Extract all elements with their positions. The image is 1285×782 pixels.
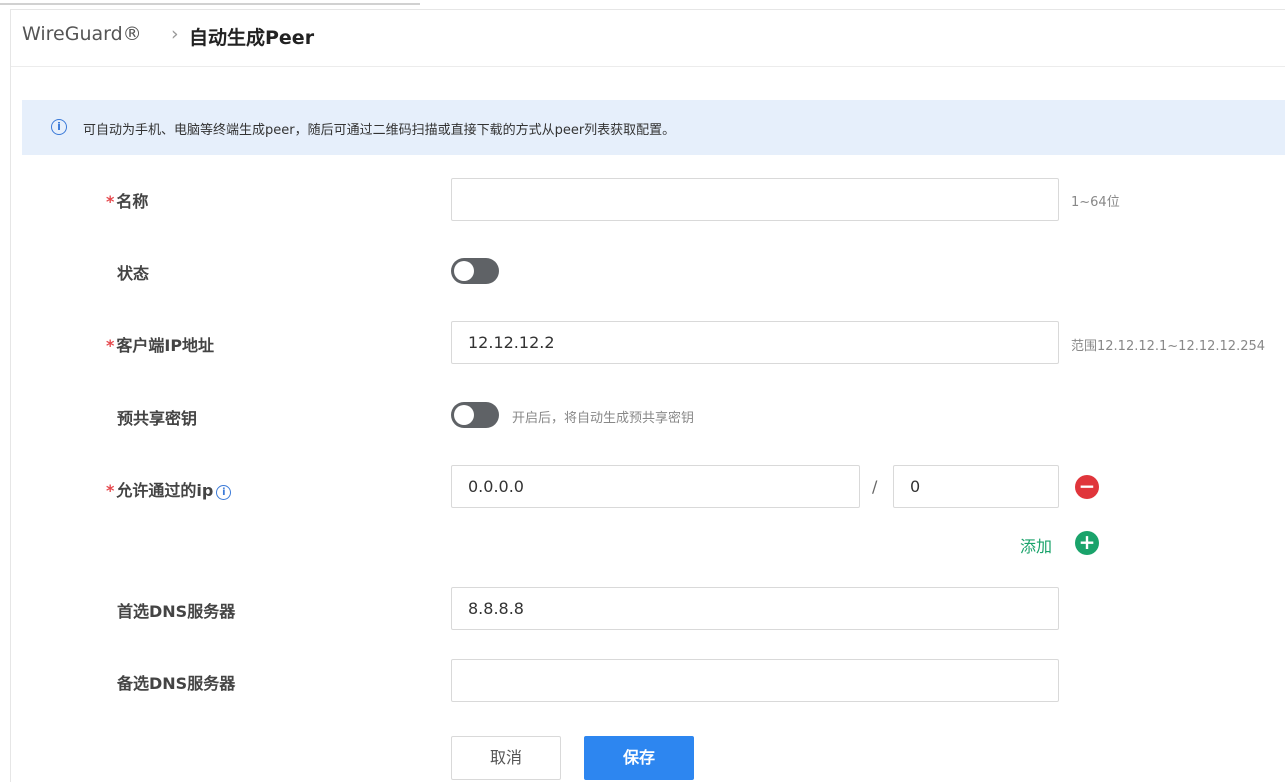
preshared-key-toggle[interactable]: [451, 402, 499, 428]
add-button-label[interactable]: 添加: [1020, 533, 1052, 557]
cancel-button[interactable]: 取消: [451, 736, 561, 780]
client-ip-hint: 范围12.12.12.1~12.12.12.254: [1071, 339, 1266, 354]
toggle-knob: [454, 405, 474, 425]
cropped-top-edge: [0, 0, 420, 6]
name-label: * 名称: [106, 188, 148, 212]
save-button[interactable]: 保存: [584, 736, 694, 780]
required-mark: *: [106, 336, 115, 355]
remove-icon[interactable]: −: [1075, 475, 1099, 499]
primary-dns-label: 首选DNS服务器: [117, 602, 236, 621]
info-notice: i 可自动为手机、电脑等终端生成peer，随后可通过二维码扫描或直接下载的方式从…: [22, 100, 1285, 155]
cidr-separator: /: [872, 477, 878, 496]
client-ip-input[interactable]: [451, 321, 1059, 364]
preshared-key-label: 预共享密钥: [117, 409, 198, 428]
secondary-dns-input[interactable]: [451, 659, 1059, 702]
add-icon[interactable]: +: [1075, 531, 1099, 555]
preshared-key-hint: 开启后，将自动生成预共享密钥: [512, 411, 695, 426]
client-ip-label-text: 客户端IP地址: [116, 336, 215, 355]
required-mark: *: [106, 481, 115, 500]
allowed-ip-mask-input[interactable]: [893, 465, 1059, 508]
primary-dns-input[interactable]: [451, 587, 1059, 630]
page-title: 自动生成Peer: [189, 27, 315, 49]
required-mark: *: [106, 192, 115, 211]
name-label-text: 名称: [116, 192, 149, 211]
status-toggle[interactable]: [451, 258, 499, 284]
status-label: 状态: [117, 264, 150, 283]
allowed-ip-input[interactable]: [451, 465, 860, 508]
name-hint: 1~64位: [1071, 195, 1120, 210]
toggle-knob: [454, 261, 474, 281]
allowed-ip-label-text: 允许通过的ip: [116, 481, 214, 500]
breadcrumb-root[interactable]: WireGuard®: [22, 23, 142, 45]
secondary-dns-label: 备选DNS服务器: [117, 674, 236, 693]
panel-border-left: [10, 9, 11, 782]
allowed-ip-label: * 允许通过的ip i: [106, 477, 232, 501]
page-header: WireGuard® › 自动生成Peer: [11, 10, 1285, 67]
client-ip-label: * 客户端IP地址: [106, 332, 214, 356]
info-icon[interactable]: i: [216, 485, 232, 500]
notice-text: 可自动为手机、电脑等终端生成peer，随后可通过二维码扫描或直接下载的方式从pe…: [83, 123, 676, 138]
breadcrumb-separator: ›: [171, 23, 179, 45]
info-circle-icon: i: [51, 119, 67, 135]
name-input[interactable]: [451, 178, 1059, 221]
